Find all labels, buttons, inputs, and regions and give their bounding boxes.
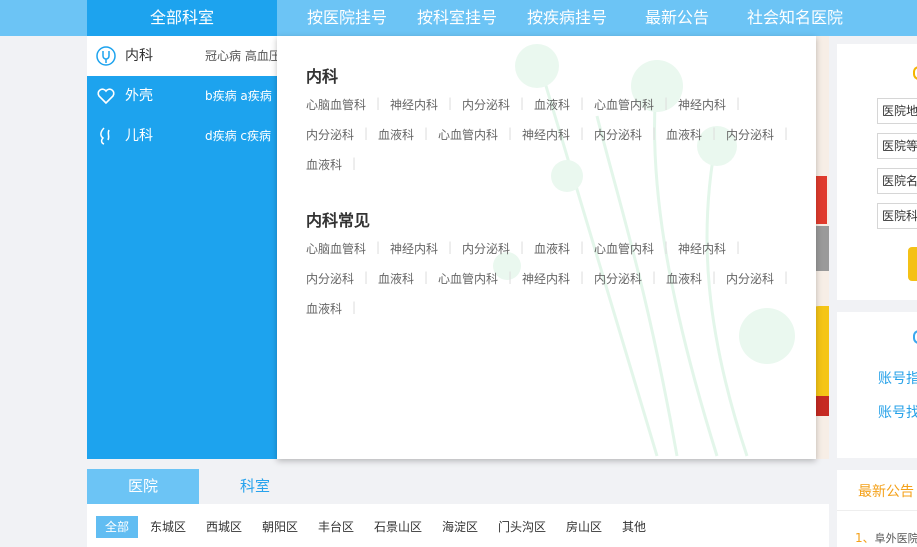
dept-link[interactable]: 内分泌科 — [462, 240, 524, 257]
account-link[interactable]: 账号指 — [878, 368, 917, 388]
all-departments-button[interactable]: 全部科室 — [87, 0, 277, 36]
district-filter[interactable]: 东城区 — [150, 516, 186, 538]
news-item[interactable]: 1、阜外医院 — [855, 529, 917, 546]
district-filter[interactable]: 房山区 — [566, 516, 602, 538]
section-title: 内科 — [306, 67, 339, 86]
district-filter[interactable]: 朝阳区 — [262, 516, 298, 538]
dept-link[interactable]: 内分泌科 — [594, 270, 656, 287]
dept-link[interactable]: 神经内科 — [678, 96, 740, 113]
stethoscope-icon — [96, 46, 116, 66]
district-filter[interactable]: 石景山区 — [374, 516, 422, 538]
search-button[interactable] — [908, 247, 917, 281]
dept-link[interactable]: 心血管内科 — [438, 126, 512, 143]
dept-item-internal[interactable]: 内科 冠心病 高血压 — [87, 36, 281, 76]
dept-link[interactable]: 神经内科 — [522, 126, 584, 143]
district-filter[interactable]: 全部 — [96, 516, 139, 538]
dept-link[interactable]: 血液科 — [534, 96, 584, 113]
news-item-text: 阜外医院 — [874, 532, 917, 545]
dept-link[interactable]: 神经内科 — [678, 240, 740, 257]
dept-link[interactable]: 神经内科 — [390, 96, 452, 113]
dept-link[interactable]: 内分泌科 — [462, 96, 524, 113]
district-filter[interactable]: 门头沟区 — [498, 516, 546, 538]
account-link[interactable]: 账号找 — [878, 402, 917, 422]
tab-department[interactable]: 科室 — [199, 469, 311, 504]
district-filter[interactable]: 其他 — [622, 516, 646, 538]
dept-link[interactable]: 血液科 — [306, 300, 356, 317]
dept-link[interactable]: 心血管内科 — [438, 270, 512, 287]
hospital-tabs: 医院 科室 — [87, 469, 829, 504]
department-flyout: 内科 心脑血管科 神经内科 内分泌科 血液科 心血管内科 神经内科 内分泌科 血… — [277, 36, 816, 459]
nav-famous-hospitals[interactable]: 社会知名医院 — [747, 0, 843, 36]
hospital-department-select[interactable]: 医院科 — [877, 203, 917, 229]
dept-link[interactable]: 心血管内科 — [594, 96, 668, 113]
dept-item-pediatrics[interactable]: 儿科 d疾病 c疾病 — [87, 116, 277, 156]
nav-by-hospital[interactable]: 按医院挂号 — [307, 0, 387, 36]
dept-link[interactable]: 心血管内科 — [594, 240, 668, 257]
dept-link[interactable]: 神经内科 — [390, 240, 452, 257]
hospital-name-input[interactable]: 医院名 — [877, 168, 917, 194]
district-filter[interactable]: 丰台区 — [318, 516, 354, 538]
dept-item-surgery[interactable]: 外壳 b疾病 a疾病 — [87, 76, 277, 116]
dept-link[interactable]: 神经内科 — [522, 270, 584, 287]
dept-link[interactable]: 心脑血管科 — [306, 240, 380, 257]
dept-link[interactable]: 血液科 — [666, 126, 716, 143]
dept-link[interactable]: 血液科 — [534, 240, 584, 257]
heart-icon — [97, 88, 115, 105]
news-title: 最新公告 — [858, 484, 914, 500]
section-title: 内科常见 — [306, 211, 371, 230]
dept-link[interactable]: 血液科 — [378, 270, 428, 287]
dept-link[interactable]: 内分泌科 — [306, 270, 368, 287]
hospital-area-select[interactable]: 医院地 — [877, 98, 917, 124]
dept-tags[interactable]: d疾病 c疾病 — [205, 116, 271, 156]
dept-link[interactable]: 心脑血管科 — [306, 96, 380, 113]
dept-link[interactable]: 内分泌科 — [726, 270, 788, 287]
department-menu: 内科 冠心病 高血压 外壳 b疾病 a疾病 儿科 d疾病 c疾病 — [87, 36, 281, 459]
news-item-number: 1、 — [855, 531, 875, 545]
dept-name: 内科 — [125, 48, 153, 64]
dept-link[interactable]: 内分泌科 — [726, 126, 788, 143]
dept-link[interactable]: 内分泌科 — [306, 126, 368, 143]
dept-link[interactable]: 血液科 — [378, 126, 428, 143]
dept-link[interactable]: 血液科 — [666, 270, 716, 287]
tab-hospital[interactable]: 医院 — [87, 469, 199, 504]
dept-link[interactable]: 血液科 — [306, 156, 356, 173]
account-panel: 账号指 账号找 — [837, 312, 917, 458]
dept-tags[interactable]: 冠心病 高血压 — [205, 36, 281, 76]
dept-tags[interactable]: b疾病 a疾病 — [205, 76, 272, 116]
account-panel-icon — [913, 330, 917, 344]
nav-latest-announcements[interactable]: 最新公告 — [645, 0, 709, 36]
district-filter[interactable]: 海淀区 — [442, 516, 478, 538]
hospital-search-panel: 医院地 医院等 医院名 医院科 — [837, 44, 917, 300]
hospital-list-panel: 医院 科室 全部 东城区 西城区 朝阳区 丰台区 石景山区 海淀区 门头沟区 房… — [87, 469, 829, 547]
dept-name: 外壳 — [125, 88, 153, 104]
child-icon — [100, 127, 110, 145]
news-panel: 最新公告 1、阜外医院 — [837, 470, 917, 547]
district-filter[interactable]: 西城区 — [206, 516, 242, 538]
top-nav: 全部科室 按医院挂号 按科室挂号 按疾病挂号 最新公告 社会知名医院 — [0, 0, 917, 36]
nav-by-department[interactable]: 按科室挂号 — [417, 0, 497, 36]
divider — [837, 510, 917, 511]
hospital-level-select[interactable]: 医院等 — [877, 133, 917, 159]
dept-link[interactable]: 内分泌科 — [594, 126, 656, 143]
nav-by-disease[interactable]: 按疾病挂号 — [527, 0, 607, 36]
dept-name: 儿科 — [125, 128, 153, 144]
search-panel-icon — [913, 66, 917, 80]
